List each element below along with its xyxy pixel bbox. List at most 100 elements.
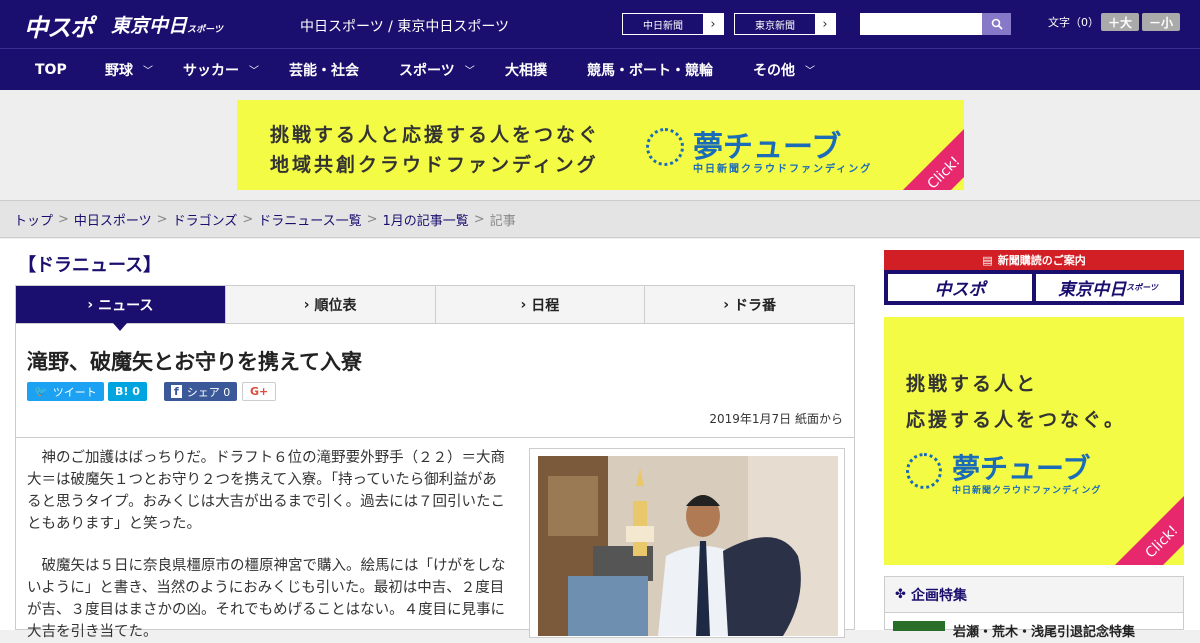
font-smaller-button[interactable]: －小 bbox=[1142, 13, 1180, 31]
tokyo-chunichi-label: 東京中日 bbox=[1058, 280, 1127, 300]
tweet-label: ツイート bbox=[52, 385, 97, 399]
nav-baseball[interactable]: 野球 ﹀ bbox=[105, 49, 153, 90]
chevron-down-icon: ﹀ bbox=[805, 66, 815, 77]
chevron-right-icon: › bbox=[703, 14, 723, 34]
subscribe-tokyo-chunichi-button[interactable]: 東京中日 スポーツ bbox=[1036, 274, 1180, 301]
chevron-right-icon: › bbox=[815, 14, 835, 34]
sidebar-ad-brand: 夢チューブ bbox=[952, 452, 1091, 485]
tab-schedule[interactable]: › 日程 bbox=[435, 286, 646, 323]
facebook-icon: f bbox=[171, 385, 182, 398]
nav-label: サッカー bbox=[183, 62, 239, 79]
search-input[interactable] bbox=[860, 13, 982, 35]
sidebar-ad-line-2: 応援する人をつなぐ。 bbox=[906, 409, 1127, 431]
tab-standings[interactable]: › 順位表 bbox=[225, 286, 436, 323]
paper-link-label: 東京新聞 bbox=[755, 20, 795, 32]
tab-label: 順位表 bbox=[314, 297, 357, 314]
ad-line-2: 地域共創クラウドファンディング bbox=[270, 154, 599, 176]
hatena-bookmark-button[interactable]: B! 0 bbox=[108, 382, 147, 401]
chunichi-shimbun-link[interactable]: 中日新聞 › bbox=[622, 13, 724, 35]
chuspo-logo[interactable]: 中スポ bbox=[24, 8, 94, 43]
font-size-label: 文字（0） bbox=[1048, 16, 1099, 29]
chevron-right-icon: › bbox=[520, 296, 527, 313]
tokyo-chunichi-small: スポーツ bbox=[1126, 283, 1158, 292]
logo2-text: 東京中日 bbox=[111, 15, 188, 37]
twitter-icon: 🐦 bbox=[34, 385, 48, 398]
breadcrumb-separator: > bbox=[366, 211, 378, 227]
subscription-box: ▤ 新聞購読のご案内 中スポ 東京中日 スポーツ bbox=[884, 250, 1184, 305]
chevron-right-icon: › bbox=[87, 296, 94, 313]
breadcrumb-separator: > bbox=[156, 211, 168, 227]
nav-soccer[interactable]: サッカー ﹀ bbox=[183, 49, 259, 90]
player-photo-image bbox=[538, 456, 838, 636]
subscribe-chuspo-button[interactable]: 中スポ bbox=[888, 274, 1032, 301]
tab-dora-ban[interactable]: › ドラ番 bbox=[645, 286, 854, 323]
search-icon bbox=[991, 18, 1003, 30]
breadcrumb-link[interactable]: トップ bbox=[14, 210, 53, 229]
yume-logo-dots-icon bbox=[906, 453, 942, 489]
article-paragraph: 神のご加護はばっちりだ。ドラフト６位の滝野要外野手（２２）＝大商大＝は破魔矢１つ… bbox=[27, 450, 506, 532]
font-larger-button[interactable]: ＋大 bbox=[1101, 13, 1139, 31]
article-date: 2019年1月7日 紙面から bbox=[709, 412, 843, 426]
section-title: 【ドラニュース】 bbox=[18, 255, 162, 276]
breadcrumb-link[interactable]: ドラニュース一覧 bbox=[258, 210, 361, 229]
nav-label: 野球 bbox=[105, 62, 133, 79]
breadcrumb-link[interactable]: 1月の記事一覧 bbox=[383, 210, 469, 229]
sidebar-ad-brand-sub: 中日新聞クラウドファンディング bbox=[952, 486, 1102, 496]
sidebar-yume-tube-ad[interactable]: 挑戦する人と 応援する人をつなぐ。 夢チューブ 中日新聞クラウドファンディング … bbox=[884, 317, 1184, 565]
search-button[interactable] bbox=[982, 13, 1011, 35]
nav-label: 競馬・ボート・競輪 bbox=[587, 62, 713, 79]
sidebar-ad-line-1: 挑戦する人と bbox=[906, 373, 1039, 395]
article-photo[interactable] bbox=[538, 456, 838, 636]
breadcrumb-link[interactable]: ドラゴンズ bbox=[173, 210, 238, 229]
tab-label: ドラ番 bbox=[734, 297, 777, 314]
article-title: 滝野、破魔矢とお守りを携えて入寮 bbox=[27, 350, 362, 374]
feature-icon: ✤ bbox=[895, 587, 906, 602]
tab-label: 日程 bbox=[531, 297, 560, 314]
nav-label: スポーツ bbox=[399, 62, 455, 79]
click-ribbon: Click! bbox=[893, 122, 964, 190]
news-tabs: › ニュース › 順位表 › 日程 › ドラ番 bbox=[15, 285, 855, 331]
nav-label: TOP bbox=[35, 61, 67, 78]
ad-line-1: 挑戦する人と応援する人をつなぐ bbox=[270, 124, 601, 146]
ad-band: 挑戦する人と応援する人をつなぐ 地域共創クラウドファンディング 夢チューブ 中日… bbox=[0, 90, 1200, 200]
breadcrumb-separator: > bbox=[473, 211, 485, 227]
chevron-right-icon: › bbox=[723, 296, 730, 313]
subscription-header: ▤ 新聞購読のご案内 bbox=[884, 250, 1184, 270]
tokyo-shimbun-link[interactable]: 東京新聞 › bbox=[734, 13, 836, 35]
paper-link-label: 中日新聞 bbox=[643, 20, 683, 32]
nav-sumo[interactable]: 大相撲 bbox=[505, 49, 547, 90]
main-nav: TOP 野球 ﹀ サッカー ﹀ 芸能・社会 スポーツ ﹀ 大相撲 競馬・ボート・競輪 … bbox=[0, 48, 1200, 90]
article-photo-frame bbox=[529, 448, 845, 638]
facebook-share-button[interactable]: f シェア 0 bbox=[164, 382, 238, 401]
tab-news[interactable]: › ニュース bbox=[16, 286, 226, 331]
nav-racing[interactable]: 競馬・ボート・競輪 bbox=[587, 49, 713, 90]
google-plus-button[interactable]: G+ bbox=[242, 382, 277, 401]
chevron-down-icon: ﹀ bbox=[143, 66, 153, 77]
site-name: 中日スポーツ / 東京中日スポーツ bbox=[300, 19, 510, 35]
breadcrumb-current: 記事 bbox=[489, 213, 516, 229]
nav-top[interactable]: TOP bbox=[35, 49, 67, 90]
yume-logo-dots-icon bbox=[646, 128, 684, 166]
tweet-button[interactable]: 🐦 ツイート bbox=[27, 382, 104, 401]
chevron-right-icon: › bbox=[303, 296, 310, 313]
nav-label: 芸能・社会 bbox=[289, 62, 359, 79]
facebook-share-label: シェア 0 bbox=[186, 385, 231, 399]
feature-item-link[interactable]: 岩瀬・荒木・浅尾引退記念特集 bbox=[953, 621, 1135, 640]
tokyo-chunichi-logo[interactable]: 東京中日スポーツ bbox=[111, 11, 223, 38]
chevron-down-icon: ﹀ bbox=[249, 66, 259, 77]
click-ribbon: Click! bbox=[1107, 487, 1184, 565]
yume-tube-banner-ad[interactable]: 挑戦する人と応援する人をつなぐ 地域共創クラウドファンディング 夢チューブ 中日… bbox=[237, 100, 964, 190]
nav-other[interactable]: その他 ﹀ bbox=[753, 49, 815, 90]
nav-entertainment[interactable]: 芸能・社会 bbox=[289, 49, 359, 90]
top-header: 中スポ 東京中日スポーツ 中日スポーツ / 東京中日スポーツ 中日新聞 › 東京… bbox=[0, 0, 1200, 48]
breadcrumb-link[interactable]: 中日スポーツ bbox=[74, 210, 152, 229]
newspaper-icon: ▤ bbox=[982, 253, 993, 267]
ad-brand-sub: 中日新聞クラウドファンディング bbox=[693, 164, 873, 175]
nav-label: その他 bbox=[753, 62, 795, 79]
feature-title: 企画特集 bbox=[911, 587, 967, 604]
tab-label: ニュース bbox=[98, 297, 154, 314]
breadcrumb-separator: > bbox=[58, 211, 69, 227]
breadcrumb: トップ > 中日スポーツ > ドラゴンズ > ドラニュース一覧 > 1月の記事一覧 > 記… bbox=[0, 200, 1200, 238]
nav-sports[interactable]: スポーツ ﹀ bbox=[399, 49, 475, 90]
feature-header: ✤ 企画特集 bbox=[885, 577, 1183, 613]
